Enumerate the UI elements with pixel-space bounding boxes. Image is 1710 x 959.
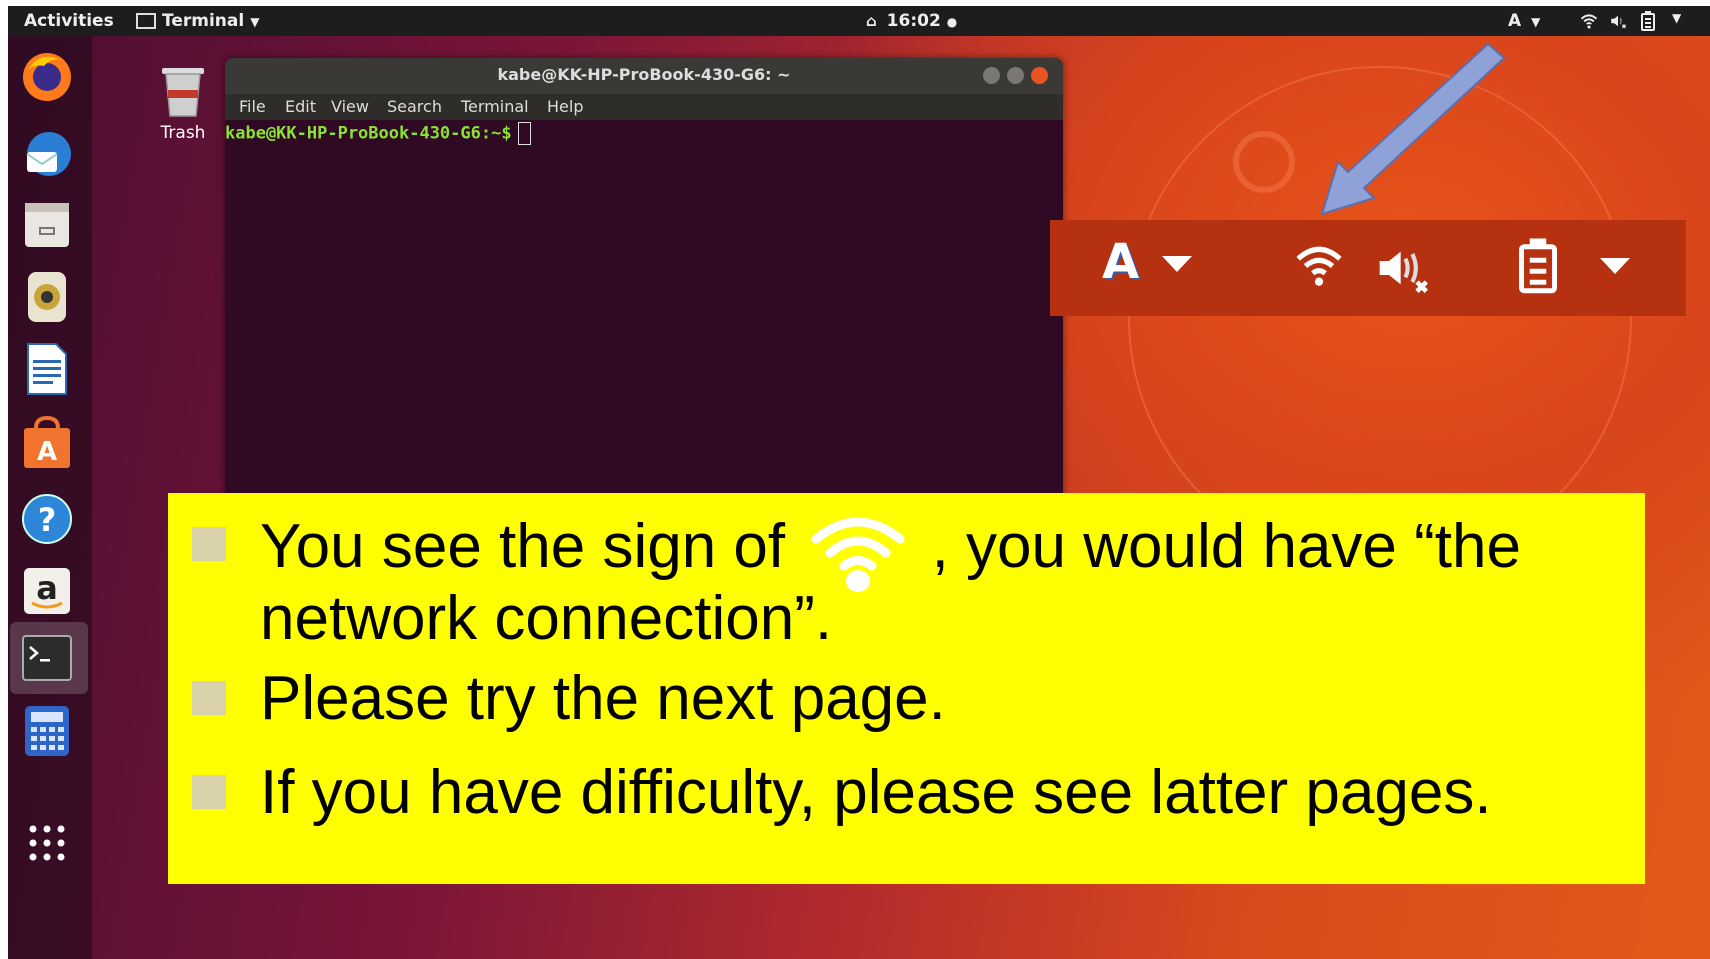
menu-terminal[interactable]: Terminal	[461, 97, 529, 116]
system-menu[interactable]: ▼	[1580, 8, 1700, 34]
dock: A ? a	[8, 36, 92, 959]
firefox-icon[interactable]	[20, 50, 74, 104]
bullet-square	[192, 681, 226, 715]
minimize-button[interactable]	[983, 67, 1000, 84]
input-indicator[interactable]: A ▼	[1508, 11, 1540, 31]
trash-label: Trash	[160, 123, 206, 143]
menu-edit[interactable]: Edit	[285, 97, 316, 116]
app-menu[interactable]: Terminal ▼	[136, 11, 259, 31]
callout-line-1-cont: network connection”.	[260, 584, 833, 653]
bullet-square	[192, 527, 226, 561]
menu-view[interactable]: View	[331, 97, 369, 116]
chevron-down-icon: ▼	[1531, 15, 1541, 29]
files-icon[interactable]	[20, 198, 74, 252]
wifi-icon	[1296, 246, 1342, 286]
calendar-icon: ⌂	[866, 12, 877, 30]
svg-text:A: A	[37, 437, 57, 467]
zoomed-status-area: A	[1050, 220, 1686, 316]
clock[interactable]: ⌂ 16:02 ●	[866, 11, 957, 31]
terminal-menubar: File Edit View Search Terminal Help	[225, 94, 1063, 120]
terminal-prompt[interactable]: kabe@KK-HP-ProBook-430-G6:~$	[225, 122, 531, 145]
terminal-app-icon	[136, 13, 156, 29]
menu-file[interactable]: File	[239, 97, 266, 116]
terminal-window[interactable]: kabe@KK-HP-ProBook-430-G6: ~ File Edit V…	[225, 58, 1063, 518]
callout-line-2: Please try the next page.	[260, 664, 946, 733]
trash-icon	[162, 68, 204, 117]
bullet-square	[192, 775, 226, 809]
chevron-down-icon	[1600, 258, 1630, 274]
calculator-icon[interactable]	[20, 704, 74, 758]
prompt-text: kabe@KK-HP-ProBook-430-G6:~$	[225, 123, 512, 144]
terminal-icon[interactable]	[20, 631, 74, 685]
wifi-icon	[1580, 14, 1598, 29]
close-button[interactable]	[1031, 67, 1048, 84]
thunderbird-icon[interactable]	[20, 128, 74, 182]
notification-dot-icon: ●	[946, 15, 958, 29]
show-apps-icon[interactable]	[20, 816, 74, 870]
chevron-down-icon: ▼	[250, 15, 260, 29]
wallpaper-ring-small	[1233, 131, 1295, 193]
app-menu-label: Terminal	[162, 11, 245, 31]
chevron-down-icon	[1162, 256, 1192, 272]
top-bar: Activities Terminal ▼ ⌂ 16:02 ● A ▼ ▼	[8, 6, 1710, 36]
software-icon[interactable]: A	[20, 416, 74, 470]
instruction-callout: You see the sign of , you would have “th…	[168, 493, 1645, 884]
terminal-titlebar[interactable]: kabe@KK-HP-ProBook-430-G6: ~	[225, 58, 1063, 94]
amazon-icon[interactable]: a	[20, 564, 74, 618]
desktop-trash[interactable]: Trash	[148, 62, 218, 143]
svg-text:?: ?	[38, 501, 57, 539]
writer-icon[interactable]	[20, 342, 74, 396]
rhythmbox-icon[interactable]	[20, 270, 74, 324]
callout-line-1: You see the sign of , you would have “th…	[260, 509, 1521, 593]
callout-line-1-a: You see the sign of	[260, 512, 786, 581]
battery-icon	[1519, 238, 1557, 294]
terminal-cursor	[517, 122, 531, 145]
input-indicator-label: A	[1508, 11, 1522, 31]
maximize-button[interactable]	[1007, 67, 1024, 84]
zoom-input-indicator: A	[1102, 234, 1140, 290]
chevron-down-icon: ▼	[1672, 11, 1682, 25]
svg-text:a: a	[36, 569, 58, 607]
clock-label: 16:02	[886, 11, 941, 31]
volume-muted-icon	[1611, 15, 1627, 29]
wifi-icon	[811, 517, 905, 592]
activities-button[interactable]: Activities	[24, 11, 114, 31]
menu-search[interactable]: Search	[387, 97, 442, 116]
terminal-title: kabe@KK-HP-ProBook-430-G6: ~	[497, 65, 791, 84]
battery-icon	[1641, 11, 1655, 31]
callout-line-1-b: , you would have “the	[931, 512, 1521, 581]
callout-line-3: If you have difficulty, please see latte…	[260, 758, 1492, 827]
menu-help[interactable]: Help	[547, 97, 583, 116]
pointer-arrow	[1320, 42, 1506, 216]
help-icon[interactable]: ?	[20, 492, 74, 546]
volume-muted-icon	[1379, 251, 1428, 293]
